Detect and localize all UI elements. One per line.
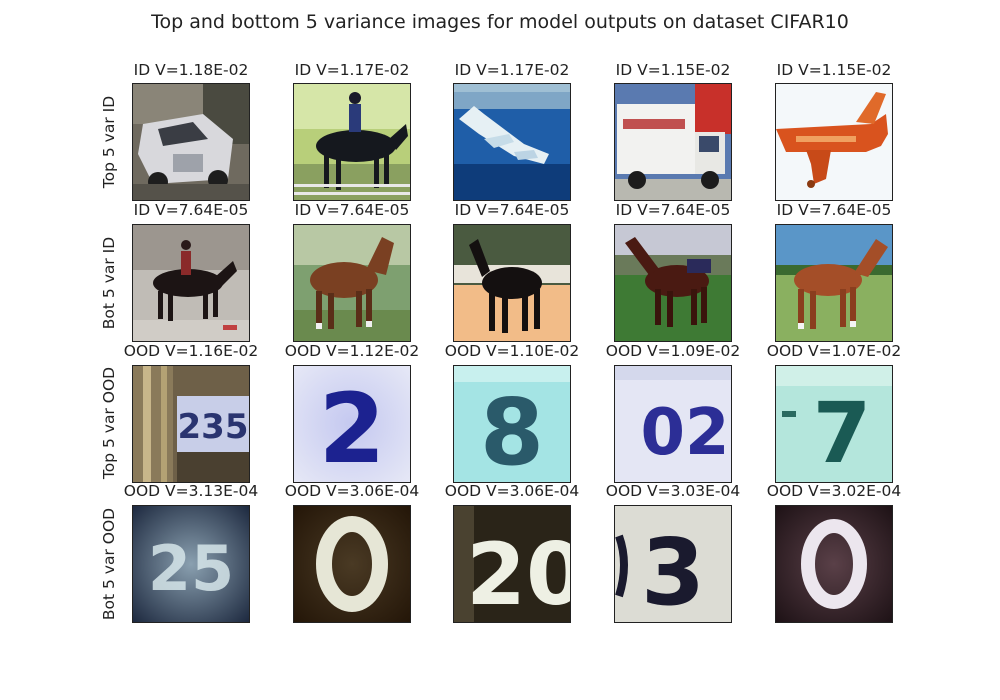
image-brown-horse-grass bbox=[775, 224, 893, 342]
panel-title: OOD V=3.03E-04 bbox=[605, 482, 741, 500]
image-digit-7: 7 bbox=[775, 365, 893, 483]
panel-title: ID V=7.64E-05 bbox=[133, 201, 249, 219]
image-rider-black-horse bbox=[293, 83, 411, 201]
panel-title: ID V=1.15E-02 bbox=[776, 61, 892, 79]
panel-title: OOD V=1.10E-02 bbox=[444, 342, 580, 360]
image-airplane-water bbox=[453, 83, 571, 201]
image-digits-25: 25 bbox=[132, 505, 250, 623]
panel-title: ID V=1.17E-02 bbox=[294, 61, 410, 79]
svg-text:7: 7 bbox=[813, 384, 871, 482]
image-brown-horse-2 bbox=[614, 224, 732, 342]
svg-text:235: 235 bbox=[178, 407, 249, 447]
image-digit-2: 2 bbox=[293, 365, 411, 483]
svg-text:2: 2 bbox=[319, 373, 386, 482]
image-brown-horse-1 bbox=[293, 224, 411, 342]
panel-title: OOD V=3.06E-04 bbox=[444, 482, 580, 500]
panel-title: OOD V=1.09E-02 bbox=[605, 342, 741, 360]
row-label-top-ood: Top 5 var OOD bbox=[100, 366, 118, 480]
image-black-horse-sand bbox=[453, 224, 571, 342]
image-orange-airplane bbox=[775, 83, 893, 201]
panel-title: ID V=1.15E-02 bbox=[615, 61, 731, 79]
image-digit-0-a bbox=[293, 505, 411, 623]
panel-title: OOD V=1.16E-02 bbox=[123, 342, 259, 360]
panel-title: OOD V=1.07E-02 bbox=[766, 342, 902, 360]
panel-title: OOD V=3.13E-04 bbox=[123, 482, 259, 500]
svg-text:20: 20 bbox=[466, 525, 570, 622]
panel-title: OOD V=3.06E-04 bbox=[284, 482, 420, 500]
image-house-number-235: 235 bbox=[132, 365, 250, 483]
svg-text:8: 8 bbox=[480, 379, 544, 482]
panel-title: ID V=7.64E-05 bbox=[454, 201, 570, 219]
image-digits-20: 20 bbox=[453, 505, 571, 623]
image-white-car bbox=[132, 83, 250, 201]
svg-text:25: 25 bbox=[148, 532, 234, 605]
figure-title: Top and bottom 5 variance images for mod… bbox=[151, 11, 849, 33]
row-label-bottom-id: Bot 5 var ID bbox=[100, 236, 118, 330]
image-rider-dark-horse bbox=[132, 224, 250, 342]
row-label-bottom-ood: Bot 5 var OOD bbox=[100, 507, 118, 621]
panel-title: OOD V=3.02E-04 bbox=[766, 482, 902, 500]
image-digits-02: 02 bbox=[614, 365, 732, 483]
image-digit-0-b bbox=[775, 505, 893, 623]
row-label-top-id: Top 5 var ID bbox=[100, 95, 118, 189]
image-digit-3: 3 bbox=[614, 505, 732, 623]
svg-text:3: 3 bbox=[641, 519, 705, 622]
image-delivery-truck bbox=[614, 83, 732, 201]
panel-title: ID V=7.64E-05 bbox=[776, 201, 892, 219]
panel-title: ID V=7.64E-05 bbox=[294, 201, 410, 219]
panel-title: OOD V=1.12E-02 bbox=[284, 342, 420, 360]
panel-title: ID V=1.18E-02 bbox=[133, 61, 249, 79]
panel-title: ID V=7.64E-05 bbox=[615, 201, 731, 219]
panel-title: ID V=1.17E-02 bbox=[454, 61, 570, 79]
svg-text:02: 02 bbox=[640, 396, 729, 470]
image-digit-8: 8 bbox=[453, 365, 571, 483]
